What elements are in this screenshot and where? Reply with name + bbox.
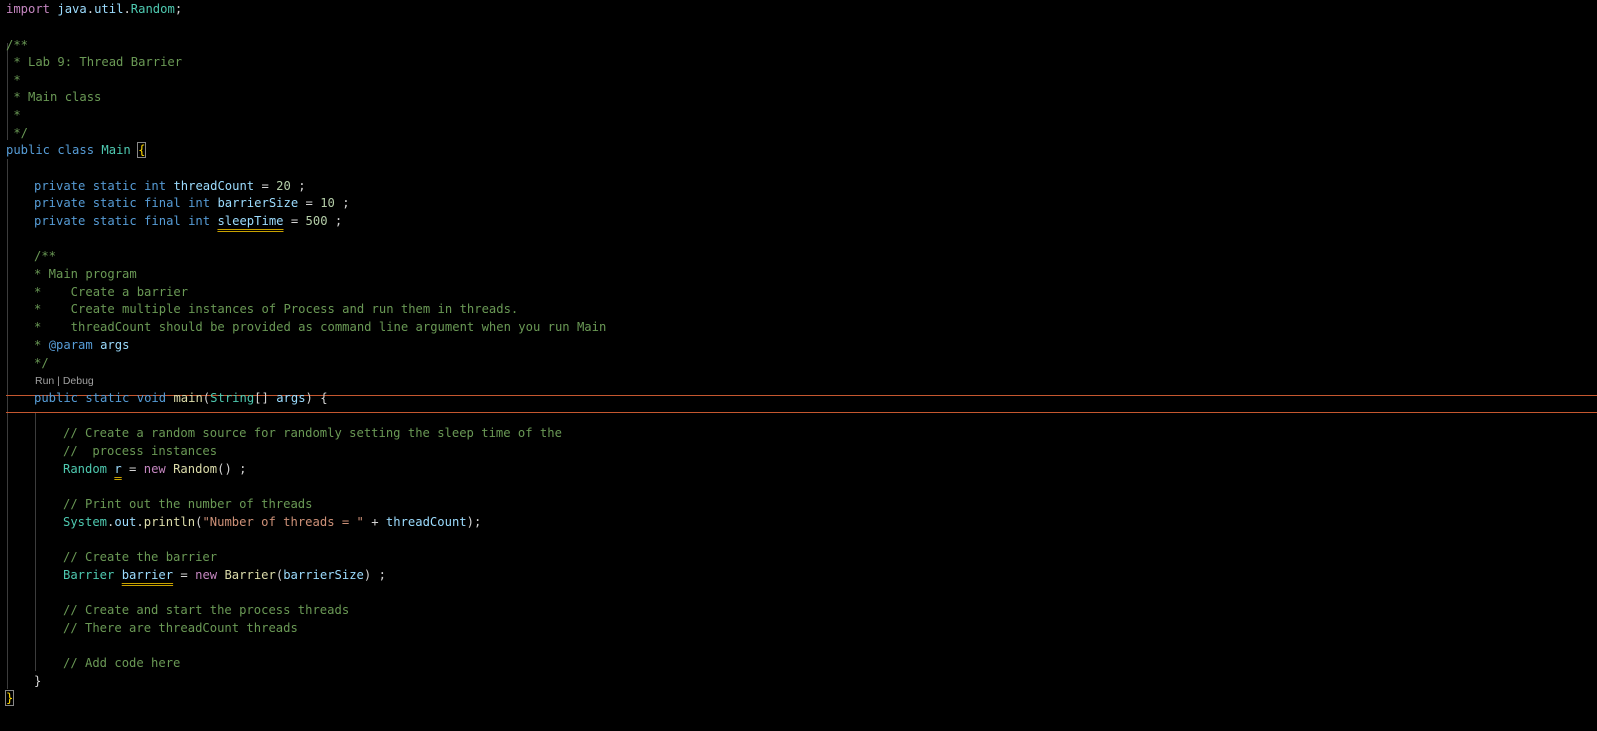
code-line-38[interactable]: } bbox=[34, 672, 1597, 690]
field-ref: out bbox=[114, 515, 137, 529]
code-line-1[interactable]: import java.util.Random; bbox=[6, 0, 1597, 18]
code-line-37[interactable]: // Add code here bbox=[63, 654, 1597, 672]
doc-param-tag: @param bbox=[48, 338, 93, 352]
arg-ref: barrierSize bbox=[283, 568, 364, 582]
doc-param-name: args bbox=[100, 338, 130, 352]
matched-brace: { bbox=[137, 142, 147, 158]
debug-codelens-link[interactable]: Debug bbox=[63, 375, 94, 387]
field-type: int bbox=[188, 214, 211, 228]
code-line-13[interactable]: private static final int sleepTime = 500… bbox=[34, 212, 1597, 230]
code-line-5[interactable]: * bbox=[6, 71, 1597, 89]
field-name: threadCount bbox=[173, 179, 255, 193]
codelens-separator: | bbox=[54, 375, 63, 387]
import-package: java bbox=[57, 2, 87, 16]
code-line-29[interactable]: System.out.println("Number of threads = … bbox=[63, 513, 1597, 531]
field-modifiers: private static final bbox=[34, 214, 181, 228]
code-line-20[interactable]: * @param args bbox=[34, 336, 1597, 354]
code-line-11[interactable]: private static int threadCount = 20 ; bbox=[34, 177, 1597, 195]
code-line-18[interactable]: * Create multiple instances of Process a… bbox=[34, 300, 1597, 318]
method-modifiers: public static bbox=[34, 391, 130, 405]
var-name-warning[interactable]: r bbox=[114, 462, 121, 476]
import-keyword: import bbox=[6, 2, 51, 16]
constructor-call: Barrier bbox=[224, 568, 276, 582]
param-name: args bbox=[276, 391, 306, 405]
code-line-25[interactable]: // process instances bbox=[63, 442, 1597, 460]
field-type: int bbox=[188, 196, 211, 210]
constructor-call: Random bbox=[173, 462, 218, 476]
code-line-7[interactable]: * bbox=[6, 106, 1597, 124]
run-codelens-link[interactable]: Run bbox=[35, 375, 54, 387]
code-line-24[interactable]: // Create a random source for randomly s… bbox=[63, 424, 1597, 442]
code-line-8[interactable]: */ bbox=[6, 124, 1597, 142]
code-line-34[interactable]: // Create and start the process threads bbox=[63, 601, 1597, 619]
class-ref: System bbox=[63, 515, 108, 529]
code-line-35[interactable]: // There are threadCount threads bbox=[63, 619, 1597, 637]
code-line-19[interactable]: * threadCount should be provided as comm… bbox=[34, 318, 1597, 336]
field-value: 20 bbox=[276, 179, 291, 193]
var-type: Barrier bbox=[63, 568, 115, 582]
code-line-9[interactable]: public class Main { bbox=[6, 141, 1597, 159]
var-type: Random bbox=[63, 462, 108, 476]
class-modifiers: public class bbox=[6, 143, 95, 157]
field-name: barrierSize bbox=[217, 196, 299, 210]
code-line-12[interactable]: private static final int barrierSize = 1… bbox=[34, 194, 1597, 212]
field-value: 500 bbox=[305, 214, 328, 228]
code-line-31[interactable]: // Create the barrier bbox=[63, 548, 1597, 566]
field-name-warning[interactable]: sleepTime bbox=[217, 214, 283, 228]
matched-brace: } bbox=[4, 690, 15, 706]
method-call: println bbox=[143, 515, 196, 529]
indent-guide-method bbox=[35, 413, 36, 671]
code-line-17[interactable]: * Create a barrier bbox=[34, 283, 1597, 301]
code-line-16[interactable]: * Main program bbox=[34, 265, 1597, 283]
import-package: util bbox=[94, 2, 124, 16]
indent-guide-class-body bbox=[7, 159, 8, 689]
field-value: 10 bbox=[320, 196, 335, 210]
method-name: main bbox=[173, 391, 203, 405]
doc-star: * bbox=[34, 338, 42, 352]
codelens: Run | Debug bbox=[35, 374, 94, 388]
string-literal: "Number of threads = " bbox=[202, 515, 364, 529]
code-line-21[interactable]: */ bbox=[34, 354, 1597, 372]
code-line-3[interactable]: /** bbox=[6, 36, 1597, 54]
code-line-28[interactable]: // Print out the number of threads bbox=[63, 495, 1597, 513]
field-type: int bbox=[144, 179, 167, 193]
field-modifiers: private static final bbox=[34, 196, 181, 210]
import-class: Random bbox=[130, 2, 175, 16]
code-line-22[interactable]: public static void main(String[] args) { bbox=[34, 389, 1597, 407]
code-line-15[interactable]: /** bbox=[34, 247, 1597, 265]
var-name-warning[interactable]: barrier bbox=[122, 568, 173, 582]
method-return-type: void bbox=[136, 391, 167, 405]
class-name: Main bbox=[101, 143, 131, 157]
new-keyword: new bbox=[195, 568, 218, 582]
code-line-39[interactable]: } bbox=[4, 689, 1597, 707]
code-line-4[interactable]: * Lab 9: Thread Barrier bbox=[6, 53, 1597, 71]
new-keyword: new bbox=[143, 462, 166, 476]
field-modifiers: private static bbox=[34, 179, 137, 193]
code-line-26[interactable]: Random r = new Random() ; bbox=[63, 460, 1597, 478]
code-editor[interactable]: import java.util.Random; /** * Lab 9: Th… bbox=[0, 0, 1597, 731]
code-line-32[interactable]: Barrier barrier = new Barrier(barrierSiz… bbox=[63, 566, 1597, 584]
var-ref: threadCount bbox=[385, 515, 467, 529]
code-line-6[interactable]: * Main class bbox=[6, 88, 1597, 106]
param-type: String bbox=[210, 391, 255, 405]
